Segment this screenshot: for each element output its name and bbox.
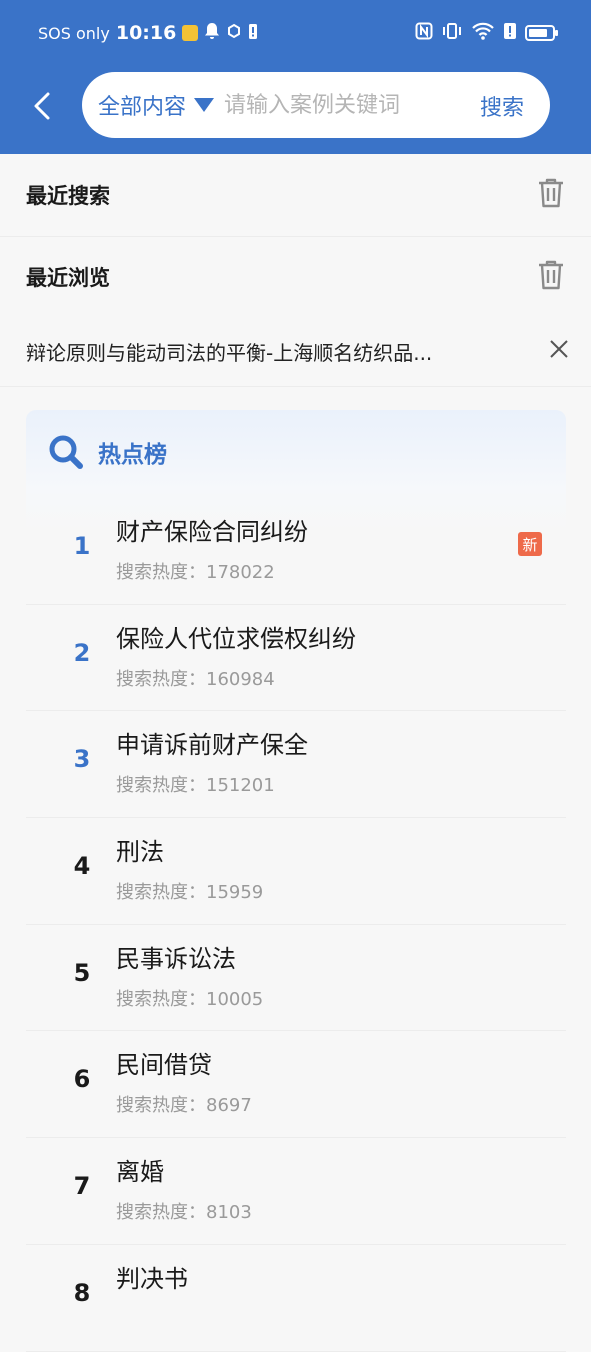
clock: 10:16	[115, 22, 177, 44]
hot-item-name: 离婚	[116, 1158, 164, 1187]
hot-list-item[interactable]: 6 民间借贷 搜索热度：8697	[26, 1031, 566, 1139]
rank-number: 7	[73, 1172, 91, 1201]
chevron-left-icon	[34, 92, 50, 120]
clear-recent-browse-button[interactable]	[537, 259, 565, 295]
search-box: 全部内容 搜索	[82, 72, 550, 138]
rank-number: 2	[73, 638, 91, 667]
search-icon	[49, 435, 83, 469]
recent-browse-item[interactable]: 辩论原则与能动司法的平衡-上海顺名纺织品...	[0, 318, 591, 384]
hot-list-item[interactable]: 4 刑法 搜索热度：15959	[26, 818, 566, 925]
rank-number: 8	[73, 1278, 91, 1307]
trash-icon	[539, 260, 563, 290]
search-input[interactable]	[224, 92, 453, 118]
hot-list-item[interactable]: 8 判决书	[26, 1245, 566, 1352]
notification-app-icon	[182, 25, 199, 41]
rank-number: 3	[73, 745, 91, 774]
hot-list-item[interactable]: 5 民事诉讼法 搜索热度：10005	[26, 925, 566, 1032]
hot-item-name: 申请诉前财产保全	[116, 731, 308, 760]
recent-browse-title: 最近浏览	[26, 266, 110, 290]
rank-number: 5	[73, 958, 91, 987]
hot-list-item[interactable]: 7 离婚 搜索热度：8103	[26, 1138, 566, 1245]
hot-list-item[interactable]: 1 财产保险合同纠纷 搜索热度：178022 新	[26, 498, 566, 605]
recent-browse-item-text: 辩论原则与能动司法的平衡-上海顺名纺织品...	[26, 340, 433, 365]
hot-item-heat: 搜索热度：10005	[116, 988, 264, 1010]
signal-alert-icon	[503, 22, 517, 44]
rank-number: 1	[73, 532, 91, 560]
hot-list-title: 热点榜	[98, 442, 167, 468]
hot-item-heat: 搜索热度：151201	[116, 775, 275, 797]
carrier-text: SOS only	[38, 23, 110, 43]
hot-list-item[interactable]: 2 保险人代位求偿权纠纷 搜索热度：160984	[26, 605, 566, 712]
back-button[interactable]	[24, 82, 60, 130]
hot-item-heat: 搜索热度：8697	[116, 1095, 252, 1117]
caret-down-icon	[194, 98, 215, 112]
trash-icon	[539, 178, 563, 208]
recent-browse-section: 最近浏览	[0, 236, 591, 318]
nfc-icon	[415, 22, 433, 44]
status-bar: SOS only 10:16	[0, 0, 591, 66]
hot-item-name: 财产保险合同纠纷	[116, 518, 308, 546]
app-header: SOS only 10:16 全部内容 请输入案例关键词 搜索	[0, 0, 591, 154]
hot-item-name: 判决书	[116, 1264, 188, 1293]
search-button[interactable]: 搜索	[480, 90, 524, 122]
hot-item-heat: 搜索热度：15959	[116, 882, 264, 904]
hot-item-name: 民事诉讼法	[116, 944, 236, 973]
hot-item-heat: 搜索热度：178022	[116, 562, 275, 583]
hot-item-heat: 搜索热度：160984	[116, 668, 275, 690]
vibrate-icon	[441, 22, 463, 44]
new-badge: 新	[518, 532, 542, 556]
recent-search-section: 最近搜索	[0, 154, 591, 236]
recent-search-title: 最近搜索	[26, 184, 110, 208]
hot-list: 1 财产保险合同纠纷 搜索热度：178022 新 2 保险人代位求偿权纠纷 搜索…	[26, 498, 566, 1352]
rank-number: 4	[73, 852, 91, 881]
hot-item-name: 保险人代位求偿权纠纷	[116, 624, 356, 653]
battery-icon	[525, 25, 558, 41]
close-icon	[550, 340, 568, 358]
divider	[0, 386, 591, 387]
alert-battery-icon	[248, 22, 258, 44]
search-scope-dropdown[interactable]: 全部内容	[98, 89, 215, 121]
hot-list-card: 热点榜 1 财产保险合同纠纷 搜索热度：178022 新 2 保险人代位求偿权纠…	[26, 410, 566, 1352]
hot-item-name: 民间借贷	[116, 1051, 212, 1080]
wifi-icon	[471, 22, 495, 44]
rank-number: 6	[73, 1065, 91, 1094]
clear-recent-search-button[interactable]	[537, 177, 565, 213]
sync-icon	[226, 23, 242, 43]
remove-recent-item-button[interactable]	[549, 339, 569, 363]
hot-list-header: 热点榜	[48, 432, 167, 472]
search-scope-label: 全部内容	[98, 95, 187, 120]
bell-icon	[204, 22, 220, 44]
hot-list-item[interactable]: 3 申请诉前财产保全 搜索热度：151201	[26, 711, 566, 819]
hot-item-heat: 搜索热度：8103	[116, 1202, 252, 1224]
hot-item-name: 刑法	[116, 838, 164, 867]
